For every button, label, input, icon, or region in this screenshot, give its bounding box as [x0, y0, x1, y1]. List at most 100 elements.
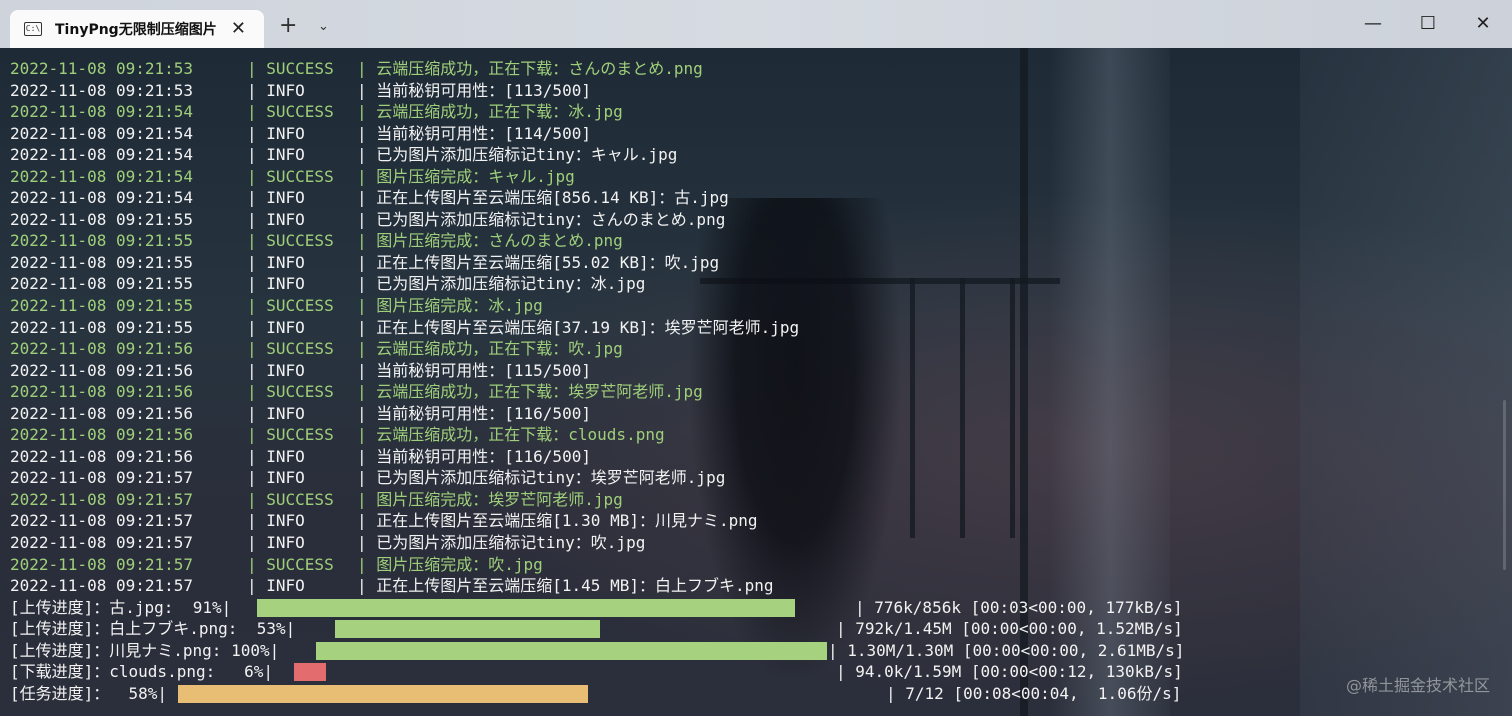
log-message-text: 云端压缩成功，正在下载：冰.jpg — [376, 102, 623, 122]
log-line: 2022-11-08 09:21:56 | INFO | 当前秘钥可用性：[116/… — [10, 446, 1490, 468]
log-level-text: INFO — [266, 80, 305, 100]
progress-row: [下载进度]：clouds.png: 6%| | 94.0k/1.59M [00:… — [10, 661, 1490, 683]
log-message: | 已为图片添加压缩标记tiny：さんのまとめ.png — [357, 209, 726, 229]
log-line: 2022-11-08 09:21:53 | INFO | 当前秘钥可用性：[113/… — [10, 80, 1490, 102]
progress-stats: | 7/12 [00:08<00:04, 1.06份/s] — [886, 683, 1182, 703]
log-message-text: 已为图片添加压缩标记tiny：キャル.jpg — [376, 145, 678, 165]
close-window-button[interactable]: ✕ — [1460, 10, 1506, 38]
log-line: 2022-11-08 09:21:54 | SUCCESS | 云端压缩成功，正在下… — [10, 101, 1490, 123]
tab-active[interactable]: C:\ TinyPng无限制压缩图片 ✕ — [10, 10, 264, 48]
log-timestamp: 2022-11-08 09:21:56 — [10, 360, 194, 380]
log-timestamp: 2022-11-08 09:21:54 — [10, 123, 194, 143]
log-level-text: INFO — [266, 511, 305, 531]
log-message: | 图片压缩完成：冰.jpg — [357, 296, 543, 316]
progress-bar-fill — [257, 598, 795, 617]
close-tab-icon[interactable]: ✕ — [231, 18, 246, 39]
progress-row: [上传进度]：川見ナミ.png: 100%| | 1.30M/1.30M [00:… — [10, 640, 1490, 662]
scrollbar[interactable] — [1503, 400, 1506, 570]
log-line: 2022-11-08 09:21:57 | INFO | 已为图片添加压缩标记tin… — [10, 532, 1490, 554]
minimize-button[interactable]: — — [1350, 10, 1396, 38]
log-level-text: SUCCESS — [266, 231, 334, 251]
log-timestamp: 2022-11-08 09:21:54 — [10, 166, 194, 186]
progress-label: [任务进度]： 58%| — [10, 683, 168, 703]
log-level-text: INFO — [266, 576, 305, 596]
log-timestamp: 2022-11-08 09:21:56 — [10, 403, 194, 423]
log-message: | 当前秘钥可用性：[115/500] — [357, 360, 591, 380]
log-level: | INFO — [247, 188, 305, 208]
log-message-text: 已为图片添加压缩标记tiny：冰.jpg — [376, 274, 646, 294]
log-line: 2022-11-08 09:21:54 | SUCCESS | 图片压缩完成：キャル… — [10, 166, 1490, 188]
log-message-text: 图片压缩完成：埃罗芒阿老师.jpg — [376, 489, 623, 509]
tab-title: TinyPng无限制压缩图片 — [55, 22, 217, 38]
terminal-output[interactable]: 2022-11-08 09:21:53 | SUCCESS | 云端压缩成功，正在下… — [10, 58, 1490, 704]
log-level-text: SUCCESS — [266, 102, 334, 122]
log-level-text: INFO — [266, 188, 305, 208]
log-message: | 已为图片添加压缩标记tiny：キャル.jpg — [357, 145, 678, 165]
log-level: | INFO — [247, 511, 305, 531]
progress-bar-fill — [335, 620, 600, 639]
log-message: | 已为图片添加压缩标记tiny：冰.jpg — [357, 274, 646, 294]
new-tab-button[interactable]: + — [279, 15, 297, 37]
chevron-down-icon[interactable]: ⌄ — [318, 19, 329, 34]
log-line: 2022-11-08 09:21:57 | INFO | 已为图片添加压缩标记tin… — [10, 467, 1490, 489]
log-line: 2022-11-08 09:21:54 | INFO | 已为图片添加压缩标记tin… — [10, 144, 1490, 166]
log-level-text: INFO — [266, 468, 305, 488]
log-level: | INFO — [247, 360, 305, 380]
progress-stats: | 1.30M/1.30M [00:00<00:00, 2.61MB/s] — [828, 640, 1185, 660]
log-level-text: SUCCESS — [266, 296, 334, 316]
log-timestamp: 2022-11-08 09:21:57 — [10, 489, 194, 509]
log-message: | 云端压缩成功，正在下载：埃罗芒阿老师.jpg — [357, 382, 703, 402]
log-message: | 当前秘钥可用性：[114/500] — [357, 123, 591, 143]
log-timestamp: 2022-11-08 09:21:56 — [10, 382, 194, 402]
log-message-text: 正在上传图片至云端压缩[55.02 KB]：吹.jpg — [376, 252, 720, 272]
log-level: | INFO — [247, 533, 305, 553]
log-level: | INFO — [247, 468, 305, 488]
log-message: | 正在上传图片至云端压缩[37.19 KB]：埃罗芒阿老师.jpg — [357, 317, 800, 337]
log-timestamp: 2022-11-08 09:21:55 — [10, 296, 194, 316]
log-level: | INFO — [247, 446, 305, 466]
log-line: 2022-11-08 09:21:54 | INFO | 正在上传图片至云端压缩[8… — [10, 187, 1490, 209]
progress-label: [下载进度]：clouds.png: 6%| — [10, 662, 274, 682]
log-message-text: 当前秘钥可用性：[113/500] — [376, 80, 591, 100]
watermark: @稀土掘金技术社区 — [1345, 676, 1490, 695]
log-line: 2022-11-08 09:21:56 | SUCCESS | 云端压缩成功，正在下… — [10, 381, 1490, 403]
log-timestamp: 2022-11-08 09:21:53 — [10, 59, 194, 78]
log-level: | SUCCESS — [247, 166, 334, 186]
log-message: | 当前秘钥可用性：[116/500] — [357, 403, 591, 423]
log-level-text: SUCCESS — [266, 382, 334, 402]
log-message: | 云端压缩成功，正在下载：冰.jpg — [357, 102, 623, 122]
log-message-text: 图片压缩完成：キャル.jpg — [376, 166, 575, 186]
log-level: | SUCCESS — [247, 554, 334, 574]
log-message: | 当前秘钥可用性：[113/500] — [357, 80, 591, 100]
log-message: | 图片压缩完成：埃罗芒阿老师.jpg — [357, 489, 623, 509]
progress-bar-fill — [178, 684, 588, 703]
progress-label: [上传进度]：古.jpg: 91%| — [10, 597, 232, 617]
maximize-button[interactable]: ☐ — [1405, 10, 1451, 38]
log-message-text: 云端压缩成功，正在下载：clouds.png — [376, 425, 665, 445]
log-timestamp: 2022-11-08 09:21:57 — [10, 468, 194, 488]
log-timestamp: 2022-11-08 09:21:55 — [10, 252, 194, 272]
progress-stats: | 776k/856k [00:03<00:00, 177kB/s] — [855, 597, 1183, 617]
log-timestamp: 2022-11-08 09:21:57 — [10, 554, 194, 574]
log-message: | 正在上传图片至云端压缩[55.02 KB]：吹.jpg — [357, 252, 720, 272]
log-timestamp: 2022-11-08 09:21:54 — [10, 145, 194, 165]
log-level-text: SUCCESS — [266, 339, 334, 359]
log-message-text: 已为图片添加压缩标记tiny：埃罗芒阿老师.jpg — [376, 468, 726, 488]
log-timestamp: 2022-11-08 09:21:57 — [10, 576, 194, 596]
log-line: 2022-11-08 09:21:57 | INFO | 正在上传图片至云端压缩[1… — [10, 575, 1490, 597]
log-timestamp: 2022-11-08 09:21:56 — [10, 425, 194, 445]
log-level: | INFO — [247, 576, 305, 596]
log-message-text: 正在上传图片至云端压缩[1.30 MB]：川見ナミ.png — [376, 511, 758, 531]
log-timestamp: 2022-11-08 09:21:55 — [10, 317, 194, 337]
log-message-text: 已为图片添加压缩标记tiny：吹.jpg — [376, 533, 646, 553]
log-line: 2022-11-08 09:21:56 | INFO | 当前秘钥可用性：[115/… — [10, 360, 1490, 382]
log-line: 2022-11-08 09:21:55 | INFO | 正在上传图片至云端压缩[5… — [10, 252, 1490, 274]
progress-row: [上传进度]：白上フブキ.png: 53%| | 792k/1.45M [00:0… — [10, 618, 1490, 640]
log-line: 2022-11-08 09:21:55 | SUCCESS | 图片压缩完成：さんの… — [10, 230, 1490, 252]
log-level: | INFO — [247, 145, 305, 165]
log-message: | 正在上传图片至云端压缩[1.30 MB]：川見ナミ.png — [357, 511, 758, 531]
log-message-text: 正在上传图片至云端压缩[856.14 KB]：古.jpg — [376, 188, 729, 208]
log-timestamp: 2022-11-08 09:21:55 — [10, 209, 194, 229]
progress-stats: | 792k/1.45M [00:00<00:00, 1.52MB/s] — [836, 619, 1183, 639]
log-message-text: 图片压缩完成：冰.jpg — [376, 296, 543, 316]
